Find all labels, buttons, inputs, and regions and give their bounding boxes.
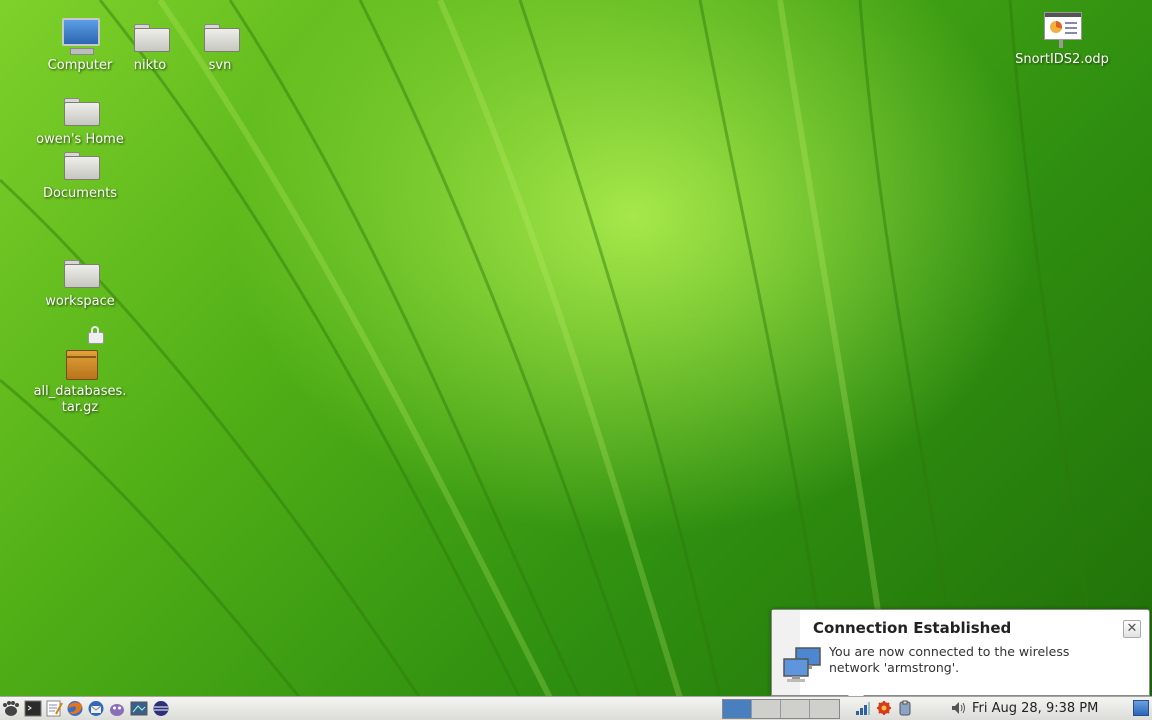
close-button[interactable]: ✕ bbox=[1123, 620, 1141, 638]
eclipse-icon[interactable] bbox=[152, 700, 170, 717]
volume-icon[interactable] bbox=[950, 700, 966, 716]
folder-icon bbox=[60, 254, 100, 290]
archive-icon bbox=[60, 326, 104, 380]
close-icon: ✕ bbox=[1126, 621, 1138, 636]
terminal-icon[interactable] bbox=[24, 700, 42, 717]
workspace-1[interactable] bbox=[723, 700, 752, 718]
pidgin-icon[interactable] bbox=[108, 700, 126, 717]
desktop-icon-presentation[interactable]: SnortIDS2.odp bbox=[1012, 12, 1112, 68]
bottom-panel: Fri Aug 28, 9:38 PM bbox=[0, 696, 1152, 720]
workspace-4[interactable] bbox=[810, 700, 839, 718]
notification-body: You are now connected to the wireless ne… bbox=[829, 644, 1070, 675]
presentation-icon bbox=[1042, 12, 1082, 48]
thunderbird-icon[interactable] bbox=[87, 700, 105, 717]
lock-icon bbox=[88, 326, 104, 344]
desktop-icon-label: svn bbox=[208, 58, 232, 73]
folder-icon bbox=[200, 18, 240, 54]
clock[interactable]: Fri Aug 28, 9:38 PM bbox=[972, 701, 1098, 716]
network-computers-icon bbox=[783, 647, 821, 682]
workspace-3[interactable] bbox=[781, 700, 810, 718]
desktop-icon-documents[interactable]: Documents bbox=[30, 146, 130, 202]
clipboard-icon[interactable] bbox=[897, 700, 913, 716]
folder-icon bbox=[130, 18, 170, 54]
update-notifier-icon[interactable] bbox=[876, 700, 892, 716]
desktop-icon-workspace[interactable]: workspace bbox=[30, 254, 130, 310]
menu-foot-icon[interactable] bbox=[2, 700, 20, 717]
show-desktop-icon[interactable] bbox=[1133, 700, 1149, 716]
desktop-icon-label: SnortIDS2.odp bbox=[1015, 52, 1109, 67]
notification-title: Connection Established bbox=[813, 619, 1012, 637]
firefox-icon[interactable] bbox=[66, 700, 84, 717]
desktop-icon-label: workspace bbox=[45, 294, 115, 309]
notification-bubble[interactable]: Connection Established You are now conne… bbox=[771, 609, 1150, 704]
screenshot-icon[interactable] bbox=[130, 700, 148, 717]
workspace-2[interactable] bbox=[752, 700, 781, 718]
wallpaper bbox=[0, 0, 1102, 698]
computer-icon bbox=[60, 18, 100, 55]
desktop-icon-svn[interactable]: svn bbox=[170, 18, 270, 74]
desktop-icon-label: all_databases. bbox=[33, 384, 127, 399]
home-folder-icon bbox=[60, 92, 100, 128]
desktop-icon-label: tar.gz bbox=[61, 400, 99, 415]
documents-folder-icon bbox=[60, 146, 100, 182]
desktop-icon-home[interactable]: owen's Home bbox=[30, 92, 130, 148]
text-editor-icon[interactable] bbox=[45, 700, 63, 717]
workspace-switcher bbox=[722, 699, 840, 719]
desktop-icon-label: Documents bbox=[42, 186, 118, 201]
network-signal-icon[interactable] bbox=[855, 700, 871, 716]
desktop-icon-archive[interactable]: all_databases. tar.gz bbox=[30, 326, 130, 416]
